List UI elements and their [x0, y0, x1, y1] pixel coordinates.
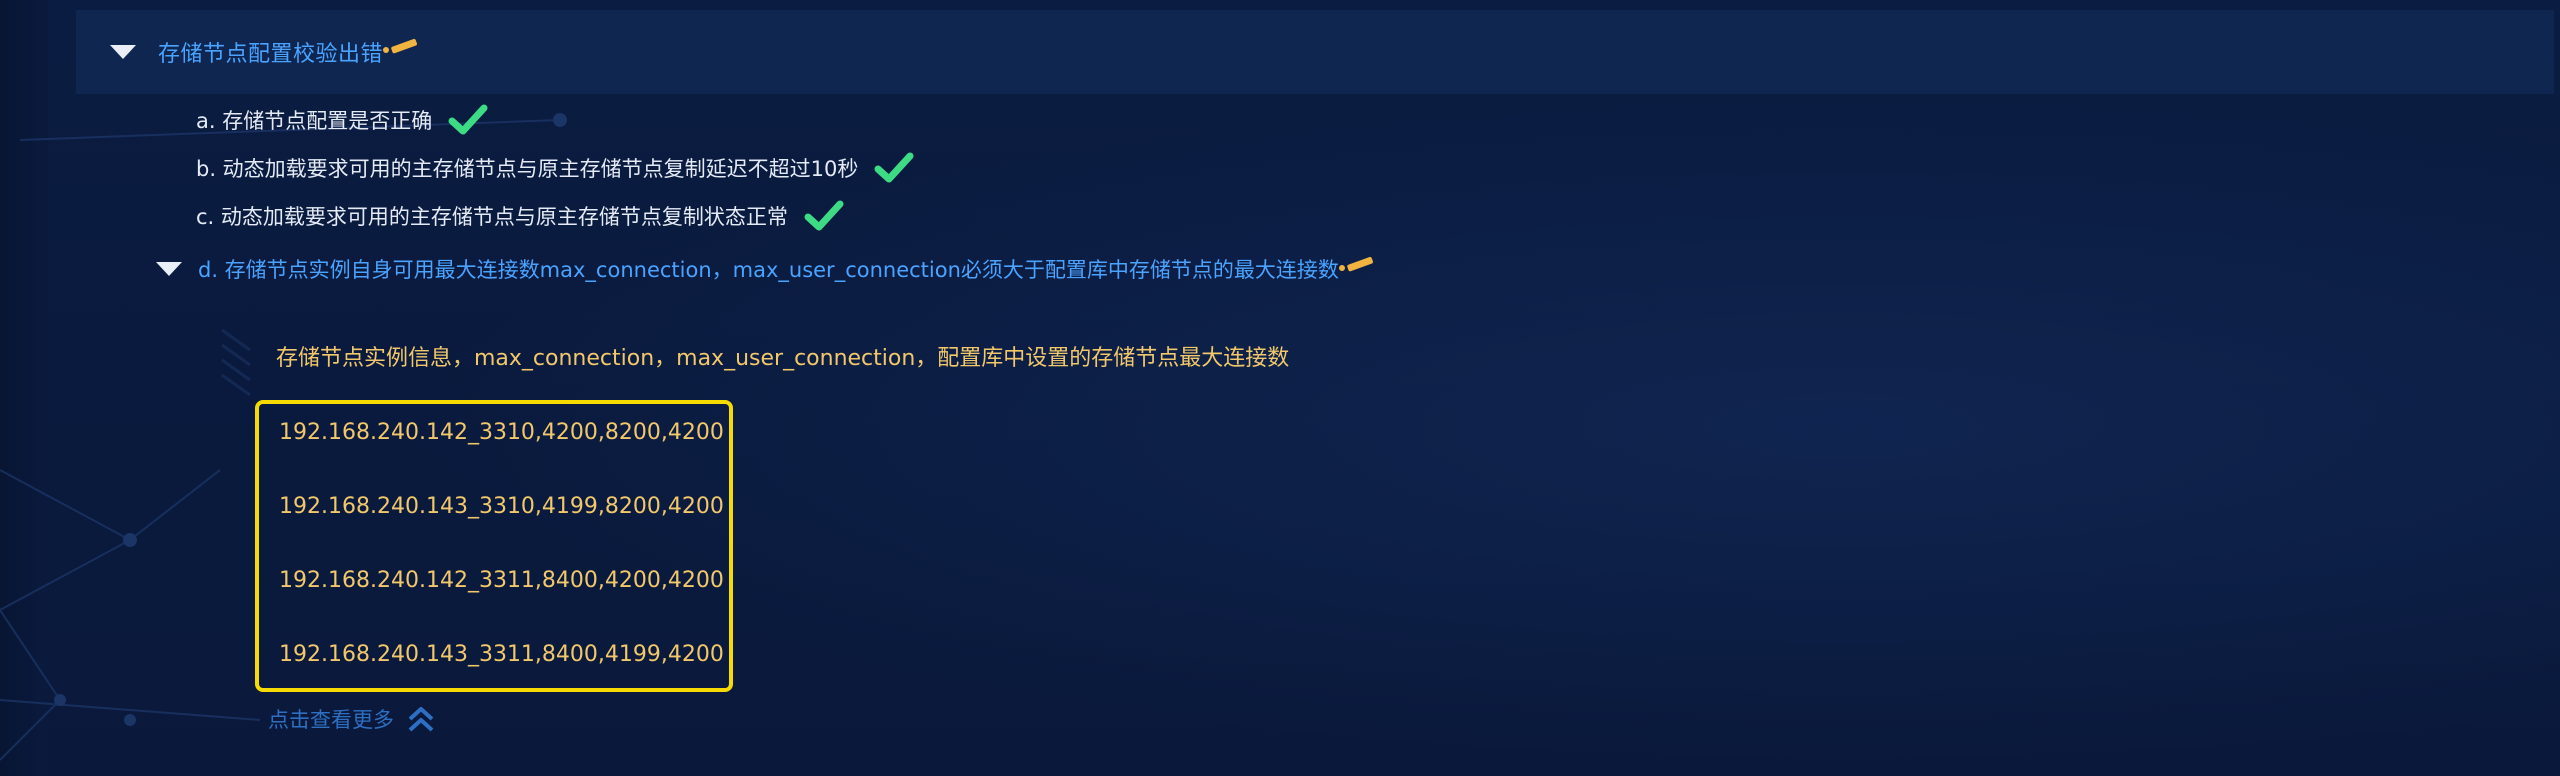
check-item-c: c. 动态加载要求可用的主存储节点与原主存储节点复制状态正常	[196, 200, 844, 232]
check-item-label: a. 存储节点配置是否正确	[196, 109, 433, 133]
pencil-icon[interactable]	[1338, 254, 1375, 274]
section-title-text: 存储节点配置校验出错	[158, 42, 384, 67]
detail-highlight-box: 192.168.240.142_3310,4200,8200,4200 192.…	[255, 400, 733, 692]
detail-line: 192.168.240.142_3310,4200,8200,4200	[279, 420, 724, 445]
detail-heading: 存储节点实例信息，max_connection，max_user_connect…	[276, 346, 1290, 371]
caret-down-icon[interactable]	[156, 262, 182, 276]
check-icon	[448, 104, 488, 135]
check-item-label: d. 存储节点实例自身可用最大连接数max_connection，max_use…	[198, 254, 1375, 284]
check-icon	[804, 200, 844, 231]
double-chevron-up-icon[interactable]	[406, 705, 436, 733]
check-panel: 存储节点配置校验出错 a. 存储节点配置是否正确 b. 动态加载要求可用的主存储…	[0, 0, 2560, 776]
check-item-label-text: d. 存储节点实例自身可用最大连接数max_connection，max_use…	[198, 258, 1339, 282]
section-title: 存储节点配置校验出错	[158, 36, 419, 68]
check-item-a: a. 存储节点配置是否正确	[196, 104, 488, 136]
detail-line: 192.168.240.143_3310,4199,8200,4200	[279, 494, 724, 519]
pencil-icon[interactable]	[383, 36, 419, 56]
view-more-label[interactable]: 点击查看更多	[268, 704, 394, 734]
check-icon	[874, 152, 914, 183]
check-item-d[interactable]: d. 存储节点实例自身可用最大连接数max_connection，max_use…	[156, 254, 1375, 284]
section-header[interactable]: 存储节点配置校验出错	[76, 10, 2554, 94]
check-item-b: b. 动态加载要求可用的主存储节点与原主存储节点复制延迟不超过10秒	[196, 152, 914, 184]
caret-down-icon[interactable]	[110, 45, 136, 59]
detail-line: 192.168.240.142_3311,8400,4200,4200	[279, 568, 724, 593]
view-more-link[interactable]: 点击查看更多	[268, 704, 436, 734]
check-item-label: b. 动态加载要求可用的主存储节点与原主存储节点复制延迟不超过10秒	[196, 157, 859, 181]
detail-line: 192.168.240.143_3311,8400,4199,4200	[279, 642, 724, 667]
check-item-label: c. 动态加载要求可用的主存储节点与原主存储节点复制状态正常	[196, 205, 788, 229]
left-strip	[0, 0, 48, 776]
